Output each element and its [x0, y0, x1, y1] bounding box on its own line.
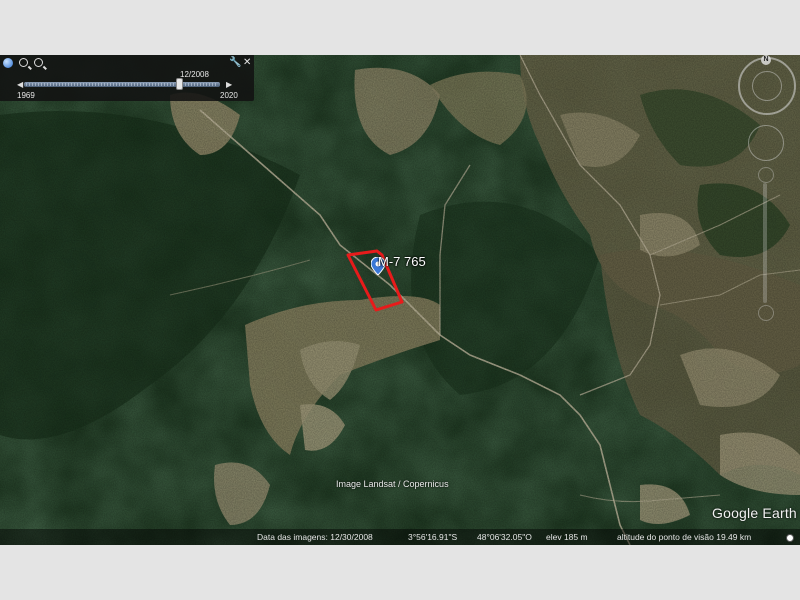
look-joystick-icon[interactable] [748, 125, 784, 161]
imagery-date: Data das imagens: 12/30/2008 [257, 532, 373, 542]
step-back-icon[interactable]: ◀ [17, 80, 23, 89]
latitude-readout: 3°56'16.91"S [408, 532, 458, 542]
time-slider-start-year: 1969 [17, 91, 35, 100]
imagery-credit: Image Landsat / Copernicus [336, 479, 449, 489]
google-earth-logo: Google Earth [712, 505, 797, 521]
status-indicator-icon [786, 534, 794, 542]
zoom-out-control[interactable] [758, 305, 774, 321]
close-icon[interactable]: ✕ [243, 57, 251, 68]
wrench-icon[interactable]: 🔧 [229, 57, 241, 68]
longitude-readout: 48°06'32.05"O [477, 532, 532, 542]
map-viewport[interactable]: M-7 765 Image Landsat / Copernicus Googl… [0, 55, 800, 545]
time-slider-ticks [26, 83, 218, 86]
time-slider-end-year: 2020 [220, 91, 238, 100]
historical-imagery-panel: 🔧 ✕ 12/2008 ◀ ▶ 1969 2020 [0, 55, 254, 101]
satellite-imagery [0, 55, 800, 545]
placemark-label[interactable]: M-7 765 [378, 254, 426, 269]
earth-icon[interactable] [3, 58, 13, 68]
zoom-out-icon[interactable] [19, 58, 28, 67]
elevation-readout: elev 185 m [546, 532, 588, 542]
compass-icon[interactable] [738, 57, 796, 115]
zoom-in-icon[interactable] [34, 58, 43, 67]
compass-inner-ring[interactable] [752, 71, 782, 101]
step-forward-icon[interactable]: ▶ [226, 80, 232, 89]
time-slider-handle[interactable] [175, 78, 183, 90]
status-bar: Data das imagens: 12/30/2008 3°56'16.91"… [0, 529, 800, 545]
zoom-in-control[interactable] [758, 167, 774, 183]
time-slider-current-date: 12/2008 [180, 70, 209, 79]
eye-altitude-readout: altitude do ponto de visão 19.49 km [617, 532, 752, 542]
north-indicator[interactable]: N [761, 55, 771, 65]
zoom-slider[interactable] [763, 183, 767, 303]
